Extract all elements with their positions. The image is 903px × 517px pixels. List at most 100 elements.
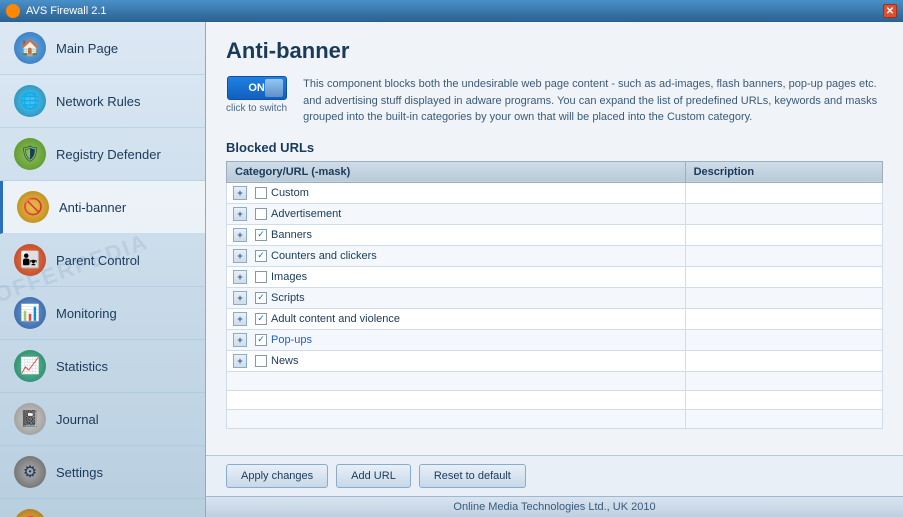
table-row: + Scripts: [227, 287, 686, 308]
expand-button[interactable]: +: [233, 291, 247, 305]
anti-banner-icon: 🚫: [17, 191, 49, 223]
row-checkbox[interactable]: [255, 229, 267, 241]
page-title: Anti-banner: [226, 38, 883, 64]
row-label: Advertisement: [271, 208, 341, 220]
table-row: + Adult content and violence: [227, 308, 686, 329]
title-bar-left: AVS Firewall 2.1: [6, 4, 107, 18]
row-checkbox[interactable]: [255, 355, 267, 367]
table-row: + Images: [227, 266, 686, 287]
col-header-description: Description: [685, 161, 882, 182]
row-description: [685, 182, 882, 203]
row-label: Images: [271, 271, 307, 283]
row-description: [685, 266, 882, 287]
sidebar-item-settings[interactable]: ⚙ Settings: [0, 446, 205, 499]
app-icon: [6, 4, 20, 18]
sidebar-item-statistics[interactable]: 📈 Statistics: [0, 340, 205, 393]
sidebar-item-network-rules[interactable]: 🌐 Network Rules: [0, 75, 205, 128]
expand-button[interactable]: +: [233, 270, 247, 284]
sidebar-item-anti-banner[interactable]: 🚫 Anti-banner: [0, 181, 205, 234]
expand-button[interactable]: +: [233, 333, 247, 347]
row-checkbox[interactable]: [255, 313, 267, 325]
expand-button[interactable]: +: [233, 249, 247, 263]
row-label: Adult content and violence: [271, 313, 400, 325]
row-checkbox[interactable]: [255, 208, 267, 220]
row-description: [685, 203, 882, 224]
row-description: [685, 287, 882, 308]
sidebar-label-registry-defender: Registry Defender: [56, 147, 161, 162]
app-title: AVS Firewall 2.1: [26, 5, 107, 17]
description-row: ON click to switch This component blocks…: [226, 76, 883, 126]
apply-changes-button[interactable]: Apply changes: [226, 464, 328, 488]
toggle-container: ON click to switch: [226, 76, 287, 114]
toggle-button[interactable]: ON: [227, 76, 287, 100]
row-label: Banners: [271, 229, 312, 241]
row-checkbox[interactable]: [255, 334, 267, 346]
footer-buttons: Apply changes Add URL Reset to default: [206, 455, 903, 496]
sidebar-item-registry-defender[interactable]: 🛡 Registry Defender: [0, 128, 205, 181]
sidebar: OFFERPEDIA 🏠 Main Page 🌐 Network Rules 🛡…: [0, 22, 206, 517]
row-checkbox[interactable]: [255, 250, 267, 262]
row-checkbox[interactable]: [255, 271, 267, 283]
settings-icon: ⚙: [14, 456, 46, 488]
statistics-icon: 📈: [14, 350, 46, 382]
content-area: Anti-banner ON click to switch This comp…: [206, 22, 903, 517]
toggle-label: click to switch: [226, 103, 287, 114]
sidebar-item-monitoring[interactable]: 📊 Monitoring: [0, 287, 205, 340]
expand-button[interactable]: +: [233, 228, 247, 242]
row-label: Pop-ups: [271, 334, 312, 346]
sidebar-item-parent-control[interactable]: 👨‍👧 Parent Control: [0, 234, 205, 287]
expand-button[interactable]: +: [233, 207, 247, 221]
sidebar-label-settings: Settings: [56, 465, 103, 480]
table-row: + Banners: [227, 224, 686, 245]
toggle-state: ON: [248, 82, 265, 94]
section-title: Blocked URLs: [226, 140, 883, 155]
sidebar-label-journal: Journal: [56, 412, 99, 427]
col-header-category: Category/URL (-mask): [227, 161, 686, 182]
main-layout: OFFERPEDIA 🏠 Main Page 🌐 Network Rules 🛡…: [0, 22, 903, 517]
expand-button[interactable]: +: [233, 354, 247, 368]
table-row: + News: [227, 350, 686, 371]
sidebar-label-monitoring: Monitoring: [56, 306, 117, 321]
sidebar-label-parent-control: Parent Control: [56, 253, 140, 268]
add-url-button[interactable]: Add URL: [336, 464, 411, 488]
table-row: +Counters and clickers: [227, 245, 686, 266]
table-row: + Advertisement: [227, 203, 686, 224]
content-inner: Anti-banner ON click to switch This comp…: [206, 22, 903, 455]
sidebar-label-network-rules: Network Rules: [56, 94, 141, 109]
row-description: [685, 329, 882, 350]
row-checkbox[interactable]: [255, 187, 267, 199]
sidebar-item-about[interactable]: ❓ About: [0, 499, 205, 517]
row-checkbox[interactable]: [255, 292, 267, 304]
table-row: [227, 409, 686, 428]
network-rules-icon: 🌐: [14, 85, 46, 117]
table-row: + Pop-ups: [227, 329, 686, 350]
journal-icon: 📓: [14, 403, 46, 435]
table-row: [227, 371, 686, 390]
sidebar-label-anti-banner: Anti-banner: [59, 200, 126, 215]
sidebar-label-statistics: Statistics: [56, 359, 108, 374]
sidebar-label-main-page: Main Page: [56, 41, 118, 56]
status-bar: Online Media Technologies Ltd., UK 2010: [206, 496, 903, 517]
row-description: [685, 245, 882, 266]
row-description: [685, 308, 882, 329]
close-button[interactable]: ✕: [883, 4, 897, 18]
row-description: [685, 350, 882, 371]
expand-button[interactable]: +: [233, 186, 247, 200]
reset-to-default-button[interactable]: Reset to default: [419, 464, 526, 488]
description-text: This component blocks both the undesirab…: [303, 76, 883, 126]
table-row: [227, 390, 686, 409]
expand-button[interactable]: +: [233, 312, 247, 326]
monitoring-icon: 📊: [14, 297, 46, 329]
url-table: Category/URL (-mask) Description + Custom…: [226, 161, 883, 429]
sidebar-item-main-page[interactable]: 🏠 Main Page: [0, 22, 205, 75]
sidebar-item-journal[interactable]: 📓 Journal: [0, 393, 205, 446]
row-label: Custom: [271, 187, 309, 199]
parent-control-icon: 👨‍👧: [14, 244, 46, 276]
row-label: News: [271, 355, 299, 367]
title-bar: AVS Firewall 2.1 ✕: [0, 0, 903, 22]
table-row: + Custom: [227, 182, 686, 203]
registry-defender-icon: 🛡: [14, 138, 46, 170]
row-description: [685, 224, 882, 245]
about-icon: ❓: [14, 509, 46, 517]
row-label: Scripts: [271, 292, 305, 304]
